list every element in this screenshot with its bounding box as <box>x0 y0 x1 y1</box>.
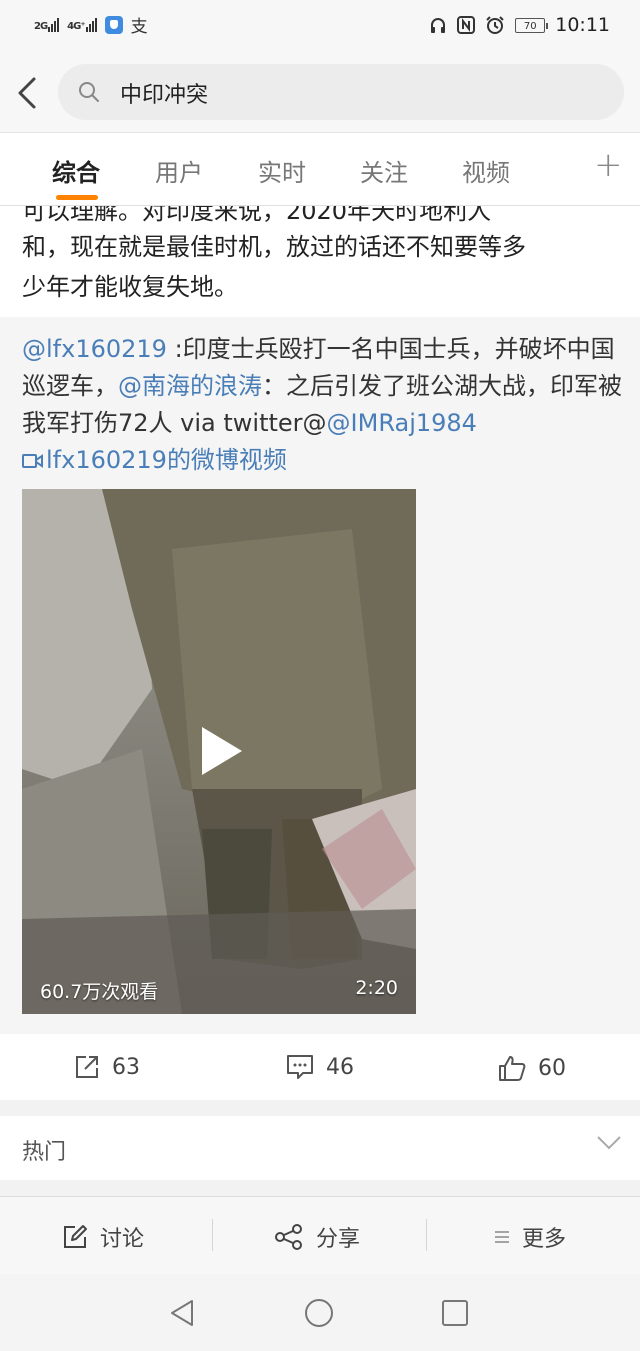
discuss-button[interactable]: 讨论 <box>62 1221 144 1253</box>
system-nav-bar <box>0 1274 640 1351</box>
thumbs-up-icon <box>499 1056 526 1081</box>
nav-recents-icon[interactable] <box>441 1299 469 1327</box>
video-duration: 2:20 <box>355 977 398 999</box>
repost-text: @lfx160219 :印度士兵殴打一名中国士兵，并破坏中国巡逻车，@南海的浪涛… <box>22 335 622 474</box>
repost-card[interactable]: @lfx160219 :印度士兵殴打一名中国士兵，并破坏中国巡逻车，@南海的浪涛… <box>0 317 640 1034</box>
edit-icon <box>64 1225 87 1248</box>
search-query: 中印冲突 <box>120 83 209 108</box>
chevron-down-icon[interactable] <box>596 1134 622 1152</box>
status-bar: 2G 4G⁺ 支 70 10:11 <box>0 0 640 55</box>
signal-icon-1: 2G <box>34 17 60 32</box>
search-icon <box>79 82 99 102</box>
add-tab-icon[interactable]: + <box>594 145 623 185</box>
tab-realtime[interactable]: 实时 <box>258 153 306 188</box>
mention-link[interactable]: @lfx160219 <box>22 335 167 363</box>
mention-link[interactable]: @IMRaj1984 <box>327 409 477 437</box>
nav-home-icon[interactable] <box>304 1298 334 1328</box>
toolbar-divider <box>212 1219 213 1251</box>
video-view-count: 60.7万次观看 <box>40 981 159 1003</box>
hot-label: 热门 <box>22 1140 67 1165</box>
nfc-icon <box>457 16 476 34</box>
video-link[interactable]: lfx160219的微博视频 <box>22 446 287 474</box>
tab-bar: 综合 用户 实时 关注 视频 + <box>0 132 640 206</box>
bottom-toolbar: 讨论 分享 更多 <box>0 1196 640 1274</box>
search-input[interactable]: 中印冲突 <box>58 64 624 120</box>
hot-section[interactable]: 热门 <box>0 1116 640 1180</box>
status-right: 70 10:11 <box>429 14 610 36</box>
more-button[interactable]: 更多 <box>494 1221 566 1253</box>
headphones-icon <box>431 18 446 33</box>
video-camera-icon <box>22 454 43 468</box>
post-text-line: 和，现在就是最佳时机，放过的话还不知要等多 <box>22 233 526 261</box>
menu-icon <box>495 1231 509 1243</box>
play-icon[interactable] <box>202 727 242 775</box>
tab-users[interactable]: 用户 <box>155 153 203 188</box>
post-body: 可以理解。对印度来说，2020年天时地利人 和，现在就是最佳时机，放过的话还不知… <box>0 206 640 317</box>
alipay-icon: 支 <box>130 17 148 37</box>
signal-icon-2: 4G⁺ <box>67 17 97 32</box>
notification-app-icon <box>104 15 123 34</box>
alarm-icon <box>486 16 504 34</box>
mention-link[interactable]: @南海的浪涛 <box>118 372 262 400</box>
video-player[interactable]: 60.7万次观看 2:20 <box>22 489 416 1014</box>
comment-button[interactable]: 46 <box>286 1054 354 1080</box>
post-text-line: 少年才能收复失地。 <box>22 273 238 301</box>
repost-icon <box>76 1056 98 1078</box>
share-icon <box>275 1224 302 1250</box>
tab-comprehensive[interactable]: 综合 <box>52 153 100 188</box>
active-tab-indicator <box>56 195 98 200</box>
post-actions: 63 46 60 <box>0 1034 640 1100</box>
search-header: 中印冲突 <box>0 55 640 132</box>
comment-icon <box>287 1055 313 1079</box>
toolbar-divider <box>426 1219 427 1251</box>
status-left: 2G 4G⁺ 支 <box>34 12 148 37</box>
tab-videos[interactable]: 视频 <box>462 153 510 188</box>
nav-back-icon[interactable] <box>168 1298 196 1328</box>
clock: 10:11 <box>555 14 610 36</box>
battery-icon: 70 <box>515 17 549 33</box>
back-arrow-icon[interactable] <box>14 73 44 113</box>
tab-following[interactable]: 关注 <box>360 153 408 188</box>
repost-button[interactable]: 63 <box>74 1054 140 1080</box>
share-button[interactable]: 分享 <box>274 1221 360 1253</box>
like-button[interactable]: 60 <box>498 1054 566 1082</box>
